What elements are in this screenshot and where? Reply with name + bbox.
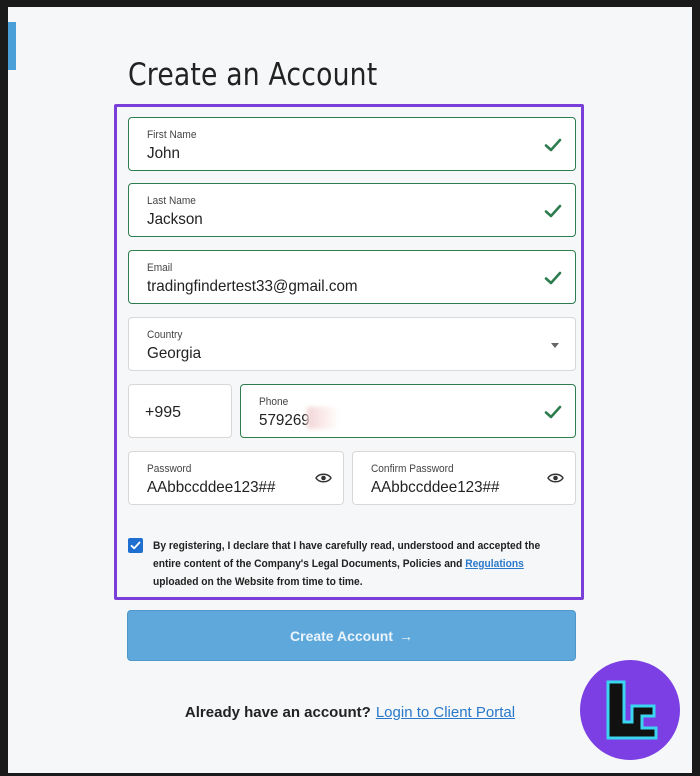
first-name-label: First Name (147, 129, 197, 141)
phone-code-value: +995 (145, 404, 182, 421)
country-select[interactable]: Country Georgia (128, 317, 576, 371)
phone-code-select[interactable]: +995 (128, 384, 232, 438)
email-value: tradingfindertest33@gmail.com (147, 278, 358, 295)
last-name-field[interactable]: Last Name Jackson (128, 183, 576, 237)
create-account-button[interactable]: Create Account → (127, 610, 576, 661)
redaction-blur (307, 407, 339, 429)
brand-logo (580, 660, 680, 760)
confirm-password-label: Confirm Password (371, 463, 454, 475)
registration-page: Create an Account First Name John Last N… (8, 7, 692, 773)
eye-icon[interactable] (547, 472, 564, 484)
phone-field[interactable]: Phone 579269 (240, 384, 576, 438)
login-link[interactable]: Login to Client Portal (376, 704, 515, 721)
check-icon (544, 138, 562, 152)
check-icon (544, 271, 562, 285)
phone-value: 579269 (259, 412, 310, 429)
email-label: Email (147, 262, 173, 274)
check-icon (544, 405, 562, 419)
consent-checkbox[interactable] (128, 538, 143, 553)
last-name-label: Last Name (147, 195, 196, 207)
login-question: Already have an account? (184, 704, 371, 721)
password-value: AAbbccddee123## (147, 479, 276, 496)
consent-text-after: uploaded on the Website from time to tim… (153, 576, 363, 588)
regulations-link[interactable]: Regulations (465, 558, 524, 570)
email-field[interactable]: Email tradingfindertest33@gmail.com (128, 250, 576, 304)
phone-label: Phone (259, 396, 289, 408)
create-account-label: Create Account (290, 627, 393, 644)
country-label: Country (147, 329, 183, 341)
check-icon (544, 204, 562, 218)
first-name-value: John (147, 145, 180, 162)
first-name-field[interactable]: First Name John (128, 117, 576, 171)
confirm-password-value: AAbbccddee123## (371, 479, 500, 496)
arrow-right-icon: → (398, 627, 413, 644)
consent-text: By registering, I declare that I have ca… (153, 537, 548, 591)
password-field[interactable]: Password AAbbccddee123## (128, 451, 344, 505)
brand-logo-mark (606, 680, 658, 740)
eye-icon[interactable] (315, 472, 332, 484)
country-value: Georgia (147, 345, 202, 362)
accent-bar (8, 22, 16, 70)
last-name-value: Jackson (147, 211, 203, 228)
confirm-password-field[interactable]: Confirm Password AAbbccddee123## (352, 451, 576, 505)
chevron-down-icon (551, 343, 559, 348)
password-label: Password (147, 463, 192, 475)
page-title: Create an Account (128, 57, 378, 93)
check-icon (130, 541, 141, 550)
